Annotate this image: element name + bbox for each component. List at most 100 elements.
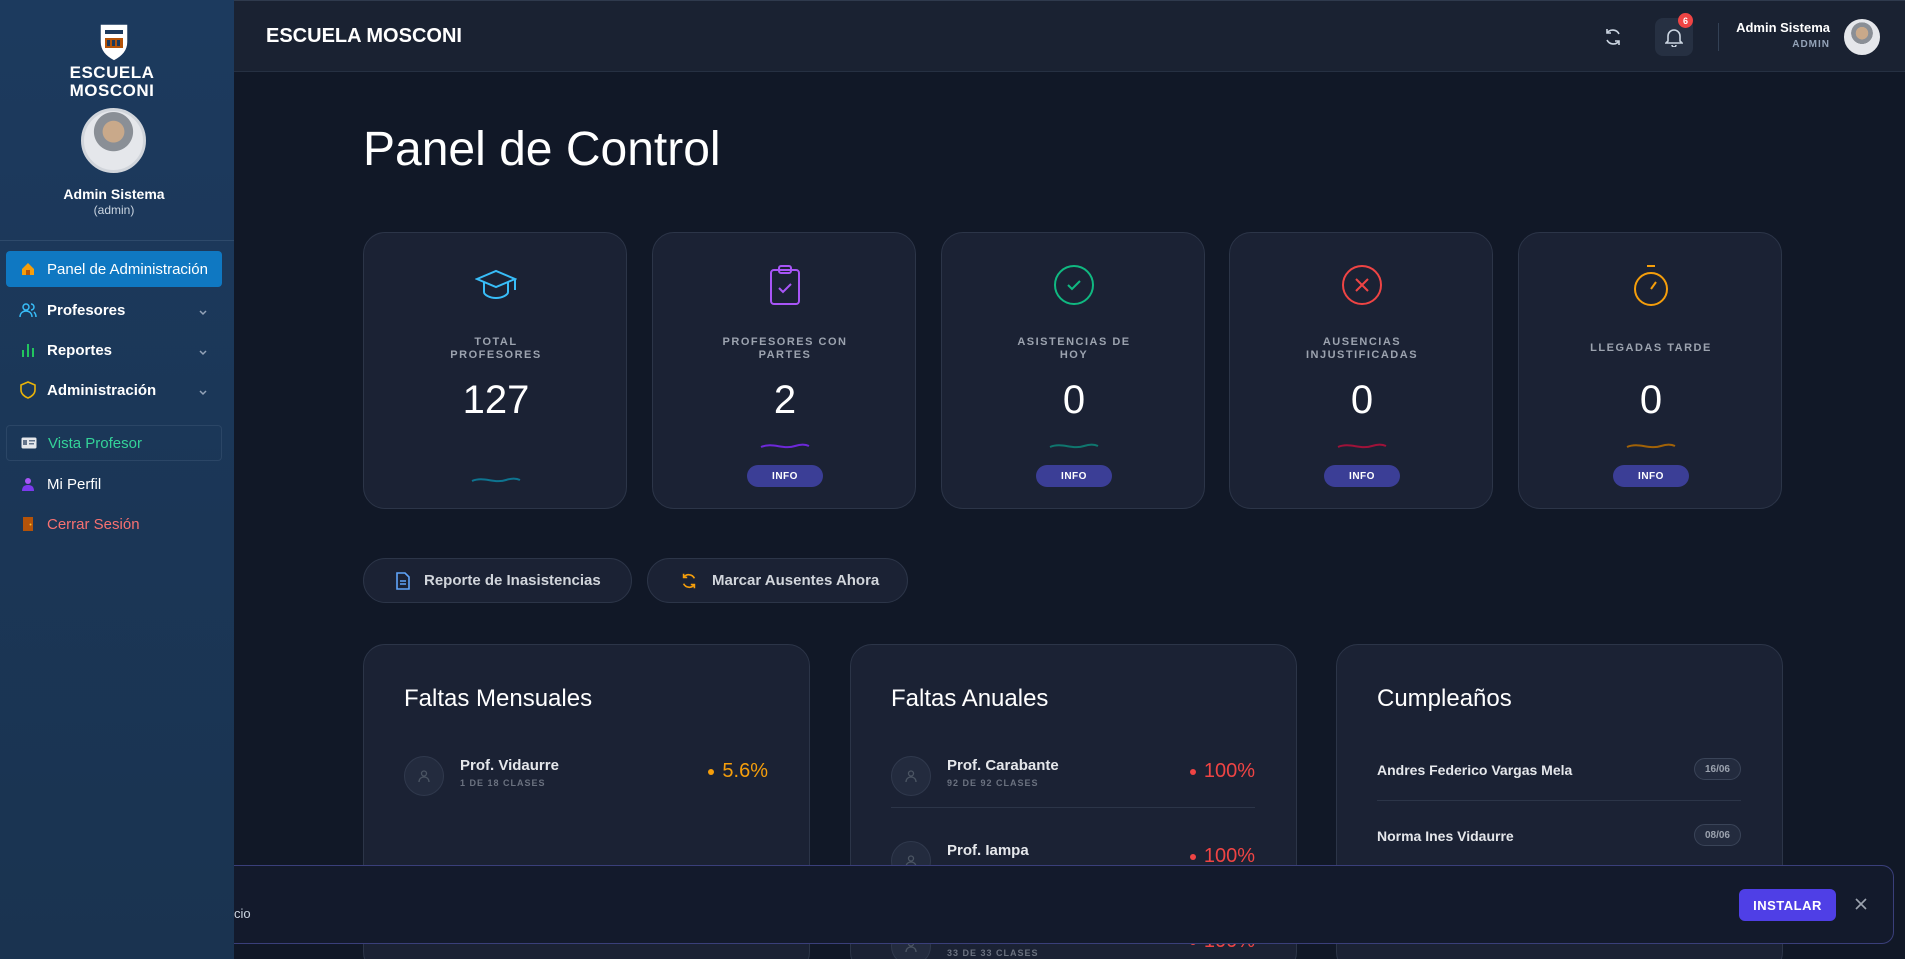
sidebar-item-label: Profesores bbox=[47, 301, 126, 319]
action-label: Marcar Ausentes Ahora bbox=[712, 572, 880, 589]
classes-count: 92 DE 92 CLASES bbox=[947, 778, 1039, 788]
topbar-title: ESCUELA MOSCONI bbox=[266, 25, 462, 47]
percentage-value: 5.6% bbox=[722, 760, 768, 782]
chevron-down-icon bbox=[198, 384, 208, 401]
id-card-icon bbox=[20, 434, 38, 452]
row-divider bbox=[1377, 800, 1741, 801]
teacher-name: Prof. Vidaurre bbox=[460, 757, 559, 774]
topbar: ESCUELA MOSCONI 6 Admin Sistema ADMIN bbox=[234, 0, 1905, 72]
sidebar-item-label: Panel de Administración bbox=[47, 260, 208, 278]
chevron-down-icon bbox=[198, 304, 208, 321]
stat-card-asistencias-hoy: ASISTENCIAS DE HOY 0 INFO bbox=[941, 232, 1205, 509]
sidebar-item-reportes[interactable]: Reportes bbox=[6, 332, 222, 368]
panel-title: Faltas Mensuales bbox=[404, 685, 593, 712]
wave-decoration bbox=[1626, 443, 1676, 449]
logo-line2: MOSCONI bbox=[69, 81, 155, 100]
stopwatch-icon bbox=[1629, 263, 1673, 307]
status-dot bbox=[1189, 768, 1196, 775]
users-icon bbox=[19, 301, 37, 319]
stat-label-line1: ASISTENCIAS DE bbox=[1017, 336, 1131, 348]
page-title: Panel de Control bbox=[363, 123, 721, 176]
sidebar-item-label: Cerrar Sesión bbox=[47, 515, 140, 533]
sidebar-item-label: Administración bbox=[47, 381, 157, 399]
action-label: Reporte de Inasistencias bbox=[424, 572, 601, 589]
wave-decoration bbox=[760, 443, 810, 449]
document-icon bbox=[396, 571, 410, 590]
sidebar-item-label: Reportes bbox=[47, 341, 113, 359]
sidebar-user-role: (admin) bbox=[93, 203, 135, 217]
stat-label-line1: LLEGADAS TARDE bbox=[1590, 342, 1712, 354]
graduation-cap-icon bbox=[474, 263, 518, 307]
door-icon bbox=[19, 515, 37, 533]
sidebar-item-label: Vista Profesor bbox=[48, 434, 142, 452]
topbar-divider bbox=[1718, 23, 1719, 51]
sidebar-item-panel[interactable]: Panel de Administración bbox=[6, 251, 222, 287]
stat-label-line1: AUSENCIAS bbox=[1322, 336, 1402, 348]
stat-card-profesores-partes: PROFESORES CON PARTES 2 INFO bbox=[652, 232, 916, 509]
marcar-ausentes-button[interactable]: Marcar Ausentes Ahora bbox=[647, 558, 908, 603]
teacher-name: Prof. Iampa bbox=[947, 842, 1029, 859]
panel-title: Faltas Anuales bbox=[891, 685, 1049, 712]
info-button[interactable]: INFO bbox=[747, 465, 823, 487]
absence-percentage: 5.6% bbox=[708, 760, 768, 783]
bell-icon bbox=[1665, 29, 1683, 47]
stat-card-ausencias-injustificadas: AUSENCIAS INJUSTIFICADAS 0 INFO bbox=[1229, 232, 1493, 509]
stat-label: ASISTENCIAS DE HOY bbox=[962, 336, 1186, 362]
stat-label-line1: TOTAL bbox=[474, 336, 518, 348]
refresh-icon bbox=[680, 572, 698, 590]
date-badge: 16/06 bbox=[1693, 758, 1741, 780]
x-circle-icon bbox=[1340, 263, 1384, 307]
stat-label: AUSENCIAS INJUSTIFICADAS bbox=[1250, 336, 1474, 362]
user-avatar bbox=[81, 108, 146, 173]
birthday-item[interactable]: Andres Federico Vargas Mela 16/06 bbox=[1377, 752, 1741, 818]
stat-label-line2: INJUSTIFICADAS bbox=[1305, 349, 1419, 361]
sidebar-item-mi-perfil[interactable]: Mi Perfil bbox=[6, 466, 222, 502]
list-item[interactable]: Prof. Carabante 92 DE 92 CLASES 100% bbox=[891, 746, 1255, 808]
school-logo-text: ESCUELA MOSCONI bbox=[0, 64, 224, 100]
sidebar-item-vista-profesor[interactable]: Vista Profesor bbox=[6, 425, 222, 461]
notification-badge: 6 bbox=[1678, 13, 1693, 28]
sidebar-item-cerrar-sesion[interactable]: Cerrar Sesión bbox=[6, 506, 222, 542]
status-dot bbox=[708, 768, 715, 775]
refresh-icon bbox=[1606, 29, 1620, 45]
close-banner-button[interactable] bbox=[1852, 895, 1870, 913]
sidebar-item-administracion[interactable]: Administración bbox=[6, 372, 222, 408]
house-icon bbox=[19, 260, 37, 278]
classes-count: 1 DE 18 CLASES bbox=[460, 778, 546, 788]
install-banner-text: cio bbox=[234, 906, 251, 921]
sidebar-user-name: Admin Sistema bbox=[63, 186, 165, 202]
stat-label-line1: PROFESORES CON bbox=[722, 336, 848, 348]
person-name: Andres Federico Vargas Mela bbox=[1377, 762, 1573, 778]
install-button[interactable]: INSTALAR bbox=[1739, 889, 1836, 921]
info-button[interactable]: INFO bbox=[1613, 465, 1689, 487]
user-placeholder-icon bbox=[404, 756, 444, 796]
topbar-user-name[interactable]: Admin Sistema bbox=[1736, 20, 1830, 35]
topbar-user-role: ADMIN bbox=[1792, 39, 1830, 50]
user-placeholder-icon bbox=[891, 756, 931, 796]
stat-value: 127 bbox=[462, 378, 530, 422]
refresh-button[interactable] bbox=[1601, 25, 1625, 49]
row-divider bbox=[891, 807, 1255, 808]
stat-label-line2: HOY bbox=[1059, 349, 1089, 361]
person-name: Norma Ines Vidaurre bbox=[1377, 828, 1514, 844]
main-content: Panel de Control TOTAL PROFESORES 127 PR… bbox=[234, 72, 1905, 959]
user-icon bbox=[19, 475, 37, 493]
bar-chart-icon bbox=[19, 341, 37, 359]
wave-decoration bbox=[471, 477, 521, 483]
close-icon bbox=[1855, 898, 1867, 910]
reporte-inasistencias-button[interactable]: Reporte de Inasistencias bbox=[363, 558, 632, 603]
list-item[interactable]: Prof. Vidaurre 1 DE 18 CLASES 5.6% bbox=[404, 746, 768, 808]
topbar-avatar[interactable] bbox=[1844, 19, 1880, 55]
stat-value: 0 bbox=[1639, 378, 1663, 422]
stat-card-llegadas-tarde: LLEGADAS TARDE 0 INFO bbox=[1518, 232, 1782, 509]
wave-decoration bbox=[1049, 443, 1099, 449]
check-circle-icon bbox=[1052, 263, 1096, 307]
date-badge: 08/06 bbox=[1693, 824, 1741, 846]
panel-title: Cumpleaños bbox=[1377, 685, 1512, 712]
status-dot bbox=[1189, 853, 1196, 860]
sidebar-item-profesores[interactable]: Profesores bbox=[6, 292, 222, 328]
classes-count: 33 DE 33 CLASES bbox=[947, 948, 1039, 958]
info-button[interactable]: INFO bbox=[1324, 465, 1400, 487]
sidebar-item-label: Mi Perfil bbox=[47, 475, 102, 493]
info-button[interactable]: INFO bbox=[1036, 465, 1112, 487]
